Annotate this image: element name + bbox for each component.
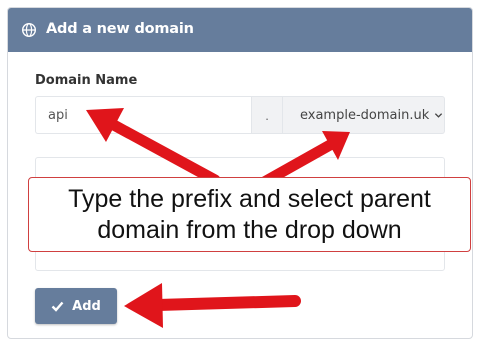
add-button-label: Add [72,298,101,314]
chevron-down-icon [435,112,443,118]
panel-title: Add a new domain [46,21,194,37]
prefix-input[interactable] [35,96,251,134]
parent-domain-dropdown[interactable]: example-domain.uk [283,96,445,134]
panel-header: Add a new domain [8,8,472,52]
domain-separator: . [251,96,283,134]
instruction-callout: Type the prefix and select parent domain… [28,177,471,252]
check-icon [51,301,64,312]
add-button[interactable]: Add [35,288,117,324]
domain-input-group: . example-domain.uk [35,96,445,134]
domain-name-label: Domain Name [35,73,138,88]
globe-icon [22,23,36,37]
parent-domain-value: example-domain.uk [300,107,430,123]
